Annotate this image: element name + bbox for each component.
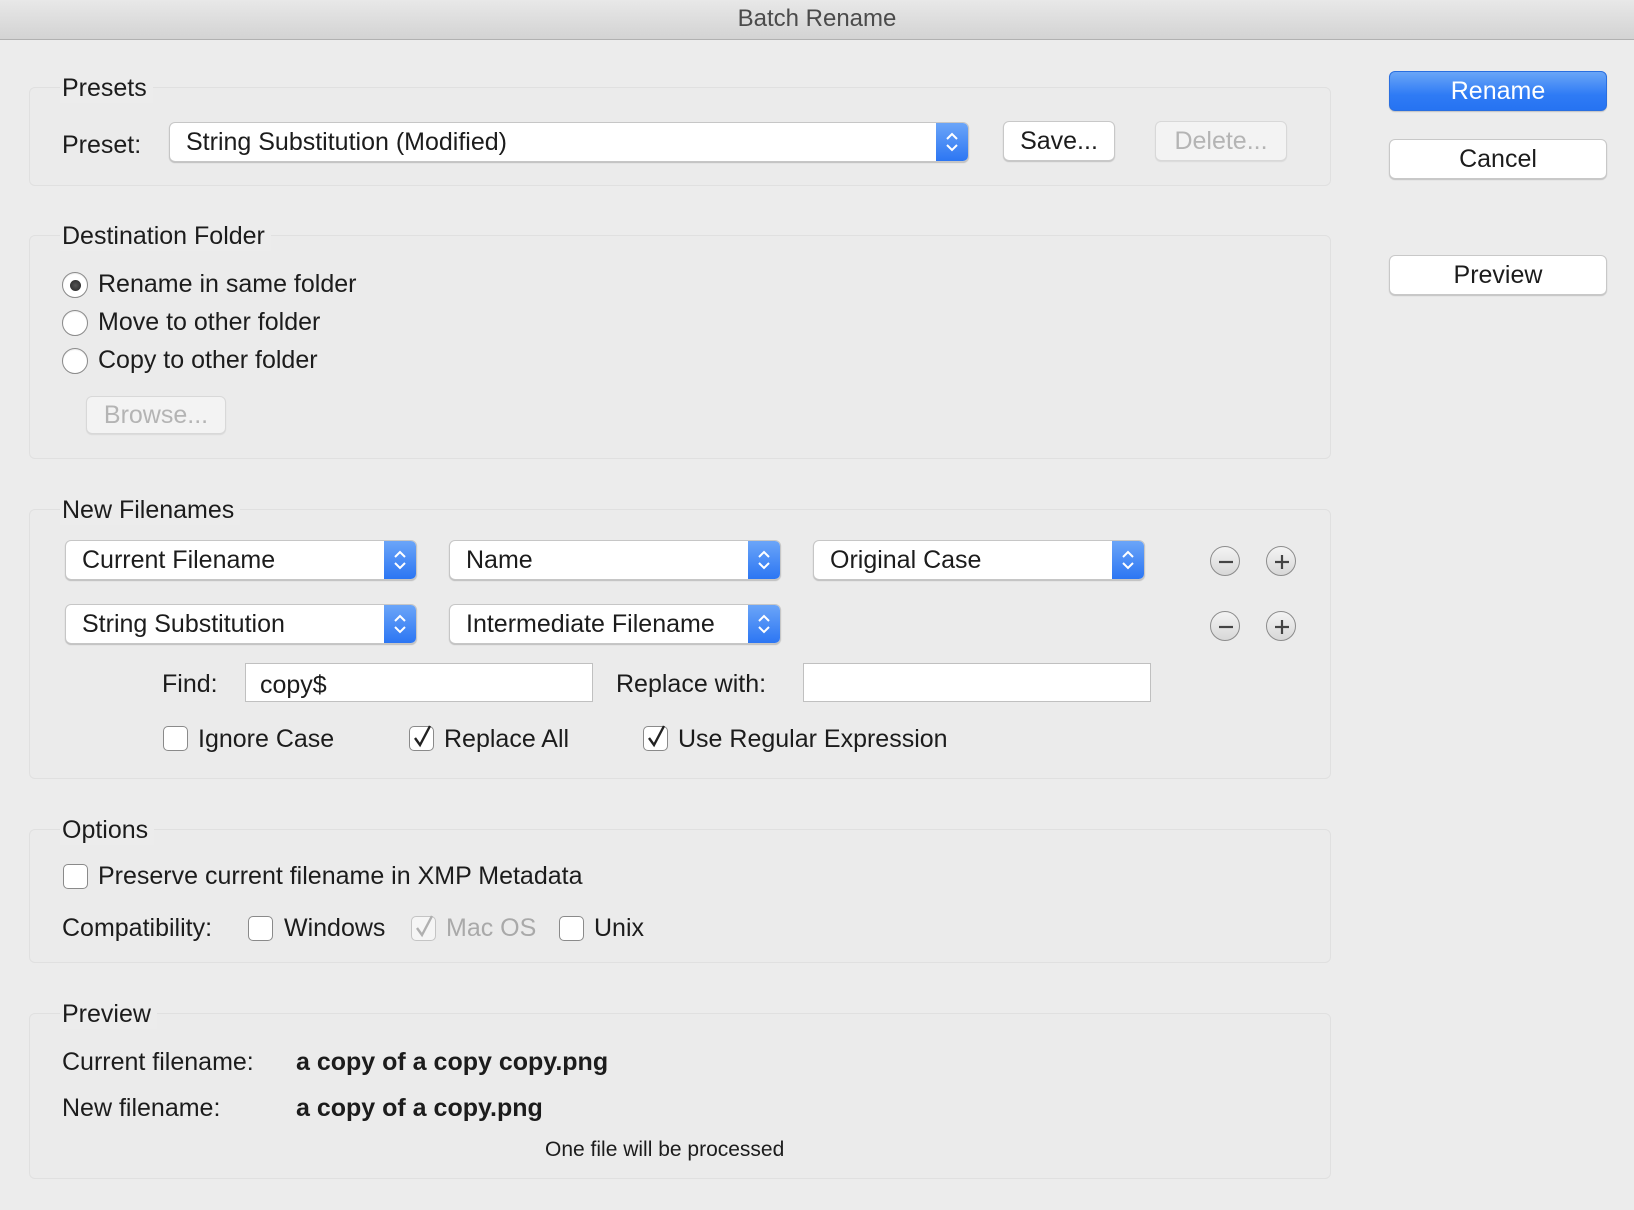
checkmark-icon xyxy=(414,725,432,748)
preview-button[interactable]: Preview xyxy=(1389,255,1607,295)
delete-preset-label: Delete... xyxy=(1174,127,1268,155)
checkbox[interactable] xyxy=(559,916,584,941)
radio-button[interactable] xyxy=(62,348,88,374)
checkbox xyxy=(411,915,436,941)
preview-button-label: Preview xyxy=(1453,261,1543,289)
browse-button: Browse... xyxy=(86,396,226,434)
plus-icon xyxy=(1275,620,1289,634)
destination-title: Destination Folder xyxy=(60,222,271,251)
checkbox[interactable] xyxy=(409,725,434,751)
updown-chevron-icon xyxy=(748,605,780,643)
row2-field-select[interactable]: Intermediate Filename xyxy=(449,604,781,644)
browse-label: Browse... xyxy=(103,401,209,429)
new-filenames-title: New Filenames xyxy=(60,496,241,525)
checkbox-label: Preserve current filename in XMP Metadat… xyxy=(98,862,583,890)
checkbox-label: Ignore Case xyxy=(198,725,335,753)
options-group xyxy=(29,829,1331,963)
checkmark-icon xyxy=(416,915,434,938)
replace-input[interactable] xyxy=(803,663,1151,702)
checkbox-label: Windows xyxy=(284,914,386,942)
row1-case-value: Original Case xyxy=(830,545,982,574)
window-titlebar: Batch Rename xyxy=(0,0,1634,40)
checkbox-label: Use Regular Expression xyxy=(678,725,948,753)
find-input[interactable] xyxy=(245,663,593,702)
presets-title: Presets xyxy=(60,74,153,103)
delete-preset-button: Delete... xyxy=(1155,121,1287,161)
row2-add-button[interactable] xyxy=(1266,611,1296,641)
radio-label: Move to other folder xyxy=(98,308,321,336)
find-label: Find: xyxy=(162,670,218,698)
files-processed-status: One file will be processed xyxy=(545,1138,785,1161)
current-filename-label: Current filename: xyxy=(62,1048,254,1076)
row1-remove-button[interactable] xyxy=(1210,546,1240,576)
rename-button[interactable]: Rename xyxy=(1389,71,1607,111)
replace-label: Replace with: xyxy=(616,670,767,698)
row2-type-value: String Substitution xyxy=(82,609,285,638)
minus-icon xyxy=(1219,625,1233,629)
new-filename-value: a copy of a copy.png xyxy=(296,1094,543,1122)
checkbox[interactable] xyxy=(63,864,88,889)
checkbox[interactable] xyxy=(643,725,668,751)
radio-label: Copy to other folder xyxy=(98,346,318,374)
radio-label: Rename in same folder xyxy=(98,270,357,298)
checkmark-icon xyxy=(648,725,666,748)
current-filename-value: a copy of a copy copy.png xyxy=(296,1048,609,1076)
preset-select[interactable]: String Substitution (Modified) xyxy=(169,122,969,162)
row1-field-select[interactable]: Name xyxy=(449,540,781,580)
minus-icon xyxy=(1219,560,1233,564)
preset-label: Preset: xyxy=(62,131,142,159)
updown-chevron-icon xyxy=(748,541,780,579)
row1-type-select[interactable]: Current Filename xyxy=(65,540,417,580)
checkbox[interactable] xyxy=(163,726,188,751)
row1-field-value: Name xyxy=(466,545,533,574)
row1-type-value: Current Filename xyxy=(82,545,276,574)
checkbox-label: Mac OS xyxy=(446,914,537,942)
radio-button[interactable] xyxy=(62,310,88,336)
updown-chevron-icon xyxy=(384,541,416,579)
preset-select-value: String Substitution (Modified) xyxy=(186,127,507,156)
updown-chevron-icon xyxy=(1112,541,1144,579)
checkbox-label: Unix xyxy=(594,914,645,942)
options-title: Options xyxy=(60,816,155,845)
row2-type-select[interactable]: String Substitution xyxy=(65,604,417,644)
preview-title: Preview xyxy=(60,1000,157,1029)
updown-chevron-icon xyxy=(936,123,968,161)
rename-button-label: Rename xyxy=(1450,77,1546,105)
checkbox-label: Replace All xyxy=(444,725,570,753)
new-filename-label: New filename: xyxy=(62,1094,221,1122)
row2-field-value: Intermediate Filename xyxy=(466,609,715,638)
plus-icon xyxy=(1275,555,1289,569)
cancel-button[interactable]: Cancel xyxy=(1389,139,1607,179)
radio-button[interactable] xyxy=(62,272,88,298)
checkbox[interactable] xyxy=(248,916,273,941)
updown-chevron-icon xyxy=(384,605,416,643)
row1-case-select[interactable]: Original Case xyxy=(813,540,1145,580)
cancel-button-label: Cancel xyxy=(1459,145,1537,173)
save-preset-button[interactable]: Save... xyxy=(1003,121,1115,161)
window-title: Batch Rename xyxy=(737,5,897,32)
compatibility-label: Compatibility: xyxy=(62,914,213,942)
save-preset-label: Save... xyxy=(1020,127,1098,155)
row1-add-button[interactable] xyxy=(1266,546,1296,576)
row2-remove-button[interactable] xyxy=(1210,611,1240,641)
